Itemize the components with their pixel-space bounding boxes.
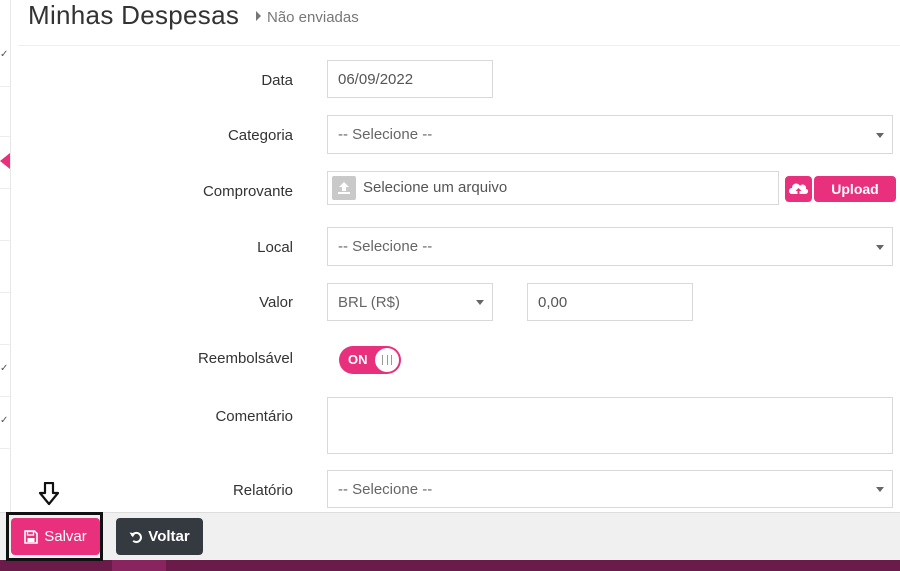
page-title: Minhas Despesas	[28, 0, 240, 30]
sidebar-divider	[0, 240, 11, 241]
breadcrumb[interactable]: Não enviadas	[256, 9, 359, 26]
sidebar-chevron-icon[interactable]: ✓	[0, 416, 8, 426]
local-select[interactable]: -- Selecione --	[327, 227, 893, 266]
save-button-label: Salvar	[44, 528, 87, 545]
down-arrow-icon	[38, 482, 60, 506]
relatorio-value: -- Selecione --	[338, 480, 433, 498]
comentario-textarea[interactable]	[327, 397, 893, 454]
sidebar-divider	[0, 188, 11, 189]
file-input[interactable]: Selecione um arquivo	[327, 171, 779, 205]
data-label: Data	[261, 72, 293, 89]
date-value: 06/09/2022	[338, 70, 414, 88]
sidebar-chevron-icon[interactable]: ✓	[0, 364, 8, 374]
comentario-label: Comentário	[215, 408, 293, 425]
categoria-value: -- Selecione --	[338, 126, 433, 143]
active-indicator-icon	[0, 153, 10, 169]
amount-input[interactable]: 0,00	[527, 283, 693, 321]
cloud-upload-icon[interactable]	[785, 176, 812, 202]
reembolsavel-toggle[interactable]: ON	[339, 346, 401, 374]
categoria-select[interactable]: -- Selecione --	[327, 115, 893, 154]
caret-down-icon	[476, 300, 484, 305]
page-header: Minhas Despesas Não enviadas	[18, 0, 900, 46]
bottom-bar	[0, 560, 900, 571]
back-button-label: Voltar	[148, 528, 190, 545]
caret-right-icon	[256, 11, 261, 21]
save-icon	[24, 529, 39, 544]
caret-down-icon	[876, 487, 884, 492]
sidebar-chevron-icon[interactable]: ✓	[0, 50, 8, 60]
file-upload-icon	[332, 176, 356, 200]
sidebar-divider	[0, 136, 11, 137]
relatorio-select[interactable]: -- Selecione --	[327, 470, 893, 508]
sidebar-divider	[0, 344, 11, 345]
breadcrumb-label: Não enviadas	[267, 9, 359, 26]
undo-icon	[129, 531, 143, 543]
local-value: -- Selecione --	[338, 238, 433, 255]
currency-select[interactable]: BRL (R$)	[327, 283, 493, 321]
caret-down-icon	[876, 132, 884, 138]
bottom-bar-segment	[112, 560, 166, 571]
toggle-knob[interactable]	[375, 348, 399, 372]
caret-down-icon	[876, 244, 884, 250]
back-button[interactable]: Voltar	[116, 518, 203, 555]
valor-label: Valor	[259, 294, 293, 311]
sidebar-divider	[0, 292, 11, 293]
sidebar-divider	[0, 448, 11, 449]
currency-value: BRL (R$)	[338, 293, 400, 311]
amount-value: 0,00	[538, 293, 568, 311]
date-field[interactable]: 06/09/2022	[327, 60, 493, 98]
comprovante-label: Comprovante	[202, 183, 293, 200]
save-button[interactable]: Salvar	[11, 518, 100, 555]
reembolsavel-label: Reembolsável	[197, 350, 293, 367]
toggle-state: ON	[348, 352, 368, 367]
sidebar-strip: ✓ ✓ ✓	[0, 0, 11, 512]
sidebar-divider	[0, 396, 11, 397]
file-placeholder: Selecione um arquivo	[363, 179, 508, 196]
categoria-label: Categoria	[227, 127, 293, 144]
upload-button[interactable]: Upload	[814, 176, 896, 202]
local-label: Local	[257, 239, 293, 256]
sidebar-divider	[0, 86, 11, 87]
